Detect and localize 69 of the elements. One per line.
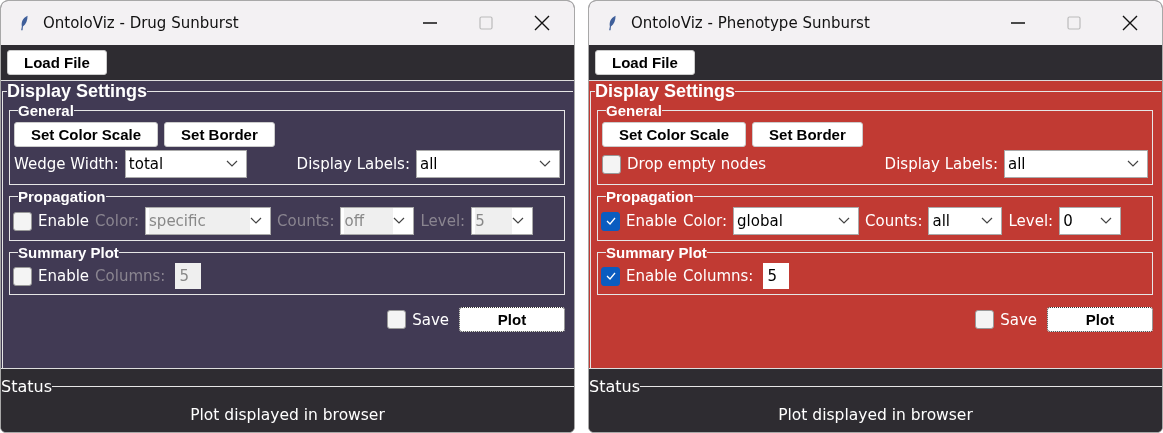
section-title: Display Settings [7, 81, 148, 102]
field-label: Display Labels: [884, 155, 998, 173]
plot-button[interactable]: Plot [1047, 307, 1153, 332]
toolbar-button[interactable]: Set Color Scale [14, 122, 159, 147]
checkbox[interactable] [975, 310, 995, 329]
field-label: Counts: [277, 212, 335, 230]
toolbar-button[interactable]: Set Border [752, 122, 863, 147]
window-title: OntoloViz - Phenotype Sunburst [631, 14, 870, 32]
chevron-icon [981, 217, 994, 225]
checkbox[interactable] [602, 154, 621, 174]
checkbox[interactable] [387, 310, 407, 329]
checkbox[interactable] [601, 211, 620, 231]
checkbox-label: Enable [38, 212, 90, 230]
section-title: General [18, 102, 74, 119]
window-title: OntoloViz - Drug Sunburst [43, 14, 239, 32]
chevron-icon [539, 160, 551, 168]
field-label: Display Labels: [296, 155, 410, 173]
section-title: General [606, 102, 662, 119]
field-label: Color: [683, 212, 728, 230]
chevron-icon [1127, 160, 1139, 168]
dropdown[interactable]: global [733, 207, 860, 235]
load-file-button[interactable]: Load File [7, 50, 107, 75]
checkbox-label: Enable [38, 267, 90, 285]
section-title: Status [1, 377, 52, 396]
checkmark-icon [604, 270, 617, 282]
section-title: Summary Plot [18, 244, 119, 261]
chevron-icon [512, 217, 525, 225]
toolbar-button[interactable]: Set Color Scale [602, 122, 747, 147]
load-file-button[interactable]: Load File [595, 50, 695, 75]
status-message: Plot displayed in browser [778, 406, 973, 424]
chevron-icon [393, 217, 406, 225]
dropdown[interactable]: all [1004, 150, 1148, 178]
section-title: Propagation [18, 188, 106, 205]
field-label: Counts: [865, 212, 923, 230]
section-title: Status [589, 377, 640, 396]
section-title: Display Settings [595, 81, 736, 102]
checkbox[interactable] [13, 266, 32, 286]
close-icon[interactable] [1120, 13, 1140, 33]
toolbar-button[interactable]: Set Border [164, 122, 275, 147]
chevron-icon [250, 217, 263, 225]
chevron-icon [225, 160, 238, 168]
dropdown[interactable]: all [416, 150, 560, 178]
close-icon[interactable] [532, 13, 552, 33]
checkbox[interactable] [13, 211, 32, 231]
dropdown[interactable]: 0 [1059, 207, 1122, 235]
field-label: Wedge Width: [14, 155, 119, 173]
input-field[interactable]: 5 [763, 263, 790, 289]
checkbox-label: Drop empty nodes [627, 155, 766, 173]
dropdown[interactable]: all [928, 207, 1003, 235]
checkmark-icon [604, 215, 617, 227]
checkbox-label: Save [1000, 310, 1037, 329]
field-label: Level: [420, 212, 466, 230]
field-label: Columns: [95, 267, 166, 285]
section-title: Propagation [606, 188, 694, 205]
field-label: Level: [1008, 212, 1054, 230]
section-title: Summary Plot [606, 244, 707, 261]
chevron-icon [1100, 217, 1113, 225]
field-label: Columns: [683, 267, 754, 285]
feather-icon [19, 14, 29, 32]
checkbox-label: Enable [626, 212, 678, 230]
plot-button[interactable]: Plot [459, 307, 565, 332]
checkbox-label: Save [412, 310, 449, 329]
checkbox[interactable] [601, 266, 620, 286]
status-message: Plot displayed in browser [190, 406, 385, 424]
dropdown[interactable]: total [124, 150, 247, 178]
feather-icon [607, 14, 617, 32]
field-label: Color: [95, 212, 140, 230]
checkbox-label: Enable [626, 267, 678, 285]
chevron-icon [838, 217, 851, 225]
